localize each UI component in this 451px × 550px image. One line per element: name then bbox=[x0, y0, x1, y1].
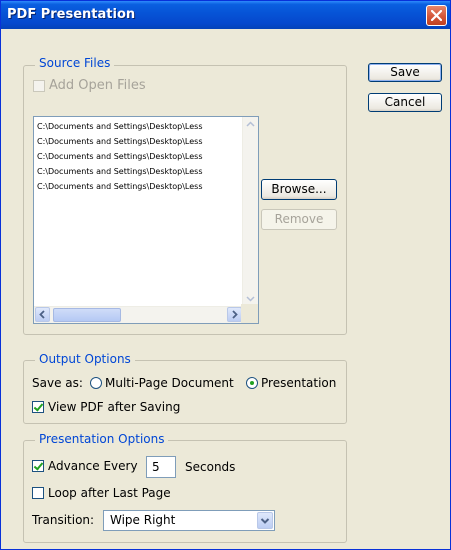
vertical-scrollbar[interactable] bbox=[242, 117, 258, 306]
scroll-corner bbox=[241, 304, 258, 323]
multi-page-radio-circle[interactable] bbox=[90, 377, 102, 389]
loop-box[interactable] bbox=[32, 487, 44, 499]
close-button[interactable] bbox=[426, 5, 447, 26]
loop-label: Loop after Last Page bbox=[48, 486, 171, 500]
list-item[interactable]: C:\Documents and Settings\Desktop\Less bbox=[34, 119, 237, 134]
file-list-items: C:\Documents and Settings\Desktop\Less C… bbox=[34, 119, 237, 194]
view-pdf-label: View PDF after Saving bbox=[48, 400, 181, 414]
horizontal-scrollbar[interactable] bbox=[34, 306, 243, 323]
seconds-label: Seconds bbox=[185, 460, 236, 474]
presentation-options-legend: Presentation Options bbox=[35, 432, 169, 446]
close-icon bbox=[431, 10, 442, 21]
list-item[interactable]: C:\Documents and Settings\Desktop\Less bbox=[34, 179, 237, 194]
view-pdf-box[interactable] bbox=[32, 401, 44, 413]
advance-seconds-input[interactable]: 5 bbox=[146, 456, 176, 478]
presentation-radio-circle[interactable] bbox=[246, 377, 258, 389]
list-item[interactable]: C:\Documents and Settings\Desktop\Less bbox=[34, 149, 237, 164]
chevron-left-icon bbox=[39, 310, 45, 319]
title-bar[interactable]: PDF Presentation bbox=[1, 1, 450, 29]
pdf-presentation-dialog: PDF Presentation Source Files Add Open F… bbox=[0, 0, 451, 550]
loop-after-last-page-checkbox[interactable]: Loop after Last Page bbox=[32, 486, 171, 500]
add-open-files-box[interactable] bbox=[33, 79, 45, 92]
browse-button[interactable]: Browse... bbox=[261, 179, 337, 200]
multi-page-label: Multi-Page Document bbox=[105, 376, 234, 390]
view-pdf-checkbox[interactable]: View PDF after Saving bbox=[32, 400, 180, 414]
window-title: PDF Presentation bbox=[7, 7, 136, 22]
remove-button[interactable]: Remove bbox=[261, 209, 337, 230]
add-open-files-label: Add Open Files bbox=[49, 78, 146, 93]
chevron-right-icon bbox=[232, 310, 238, 319]
advance-every-label: Advance Every bbox=[48, 459, 138, 473]
chevron-up-icon bbox=[246, 121, 255, 127]
save-button[interactable]: Save bbox=[368, 63, 442, 82]
scroll-up-button[interactable] bbox=[243, 117, 258, 132]
list-item[interactable]: C:\Documents and Settings\Desktop\Less bbox=[34, 134, 237, 149]
cancel-button[interactable]: Cancel bbox=[368, 93, 442, 112]
source-files-legend: Source Files bbox=[35, 56, 115, 70]
save-as-label: Save as: bbox=[32, 376, 83, 390]
transition-label: Transition: bbox=[32, 513, 95, 527]
scroll-left-button[interactable] bbox=[35, 307, 50, 322]
transition-value: Wipe Right bbox=[110, 513, 176, 527]
multi-page-document-radio[interactable]: Multi-Page Document bbox=[90, 376, 234, 390]
list-item[interactable]: C:\Documents and Settings\Desktop\Less bbox=[34, 164, 237, 179]
scroll-right-button[interactable] bbox=[227, 307, 242, 322]
presentation-label: Presentation bbox=[261, 376, 337, 390]
scroll-thumb[interactable] bbox=[53, 308, 121, 322]
source-files-list[interactable]: C:\Documents and Settings\Desktop\Less C… bbox=[33, 116, 259, 324]
transition-select[interactable]: Wipe Right bbox=[103, 510, 275, 531]
presentation-radio[interactable]: Presentation bbox=[246, 376, 336, 390]
advance-every-checkbox[interactable]: Advance Every bbox=[32, 459, 138, 473]
chevron-down-icon bbox=[260, 518, 270, 524]
add-open-files-checkbox[interactable]: Add Open Files bbox=[33, 78, 146, 93]
advance-every-box[interactable] bbox=[32, 460, 44, 472]
transition-dropdown-button[interactable] bbox=[257, 512, 273, 529]
output-options-legend: Output Options bbox=[35, 352, 135, 366]
output-options-group bbox=[23, 360, 347, 424]
